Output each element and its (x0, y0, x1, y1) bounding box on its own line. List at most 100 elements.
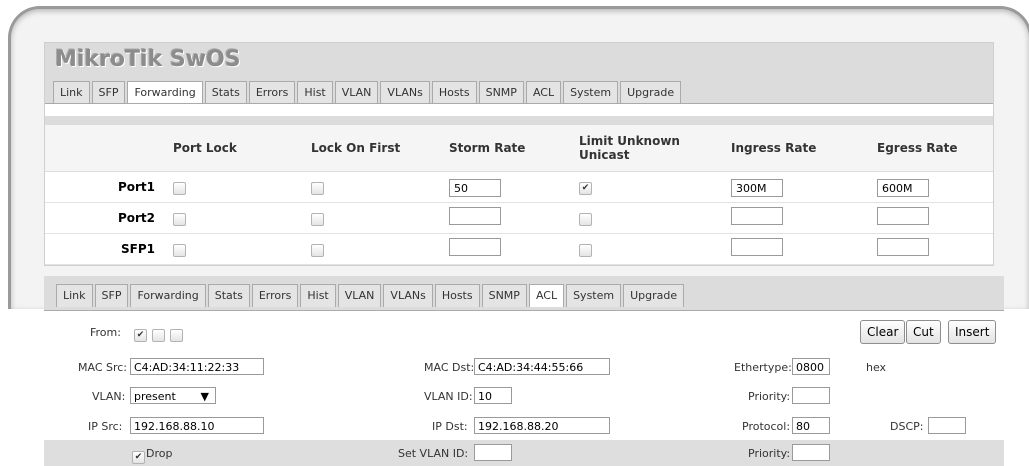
tab-vlans[interactable]: VLANs (380, 81, 430, 103)
port-lock-checkbox[interactable] (173, 212, 186, 226)
tab-snmp[interactable]: SNMP (478, 81, 524, 103)
tab-system[interactable]: System (563, 81, 619, 103)
tab-link[interactable]: Link (53, 81, 90, 103)
egress-rate-input[interactable] (877, 207, 929, 225)
tab-vlan[interactable]: VLAN (337, 284, 382, 307)
col-lock-on-first: Lock On First (311, 141, 401, 155)
vlan-select-value: present (134, 390, 176, 403)
storm-rate-cell: 50 (449, 177, 579, 197)
egress-rate-cell (877, 238, 993, 260)
from-checkbox-3[interactable] (170, 329, 184, 342)
from-checkbox-2[interactable] (152, 329, 166, 342)
port-lock-checkbox[interactable] (173, 181, 186, 195)
forwarding-table: Port Lock Lock On First Storm Rate Limit… (45, 125, 993, 265)
tab-stats[interactable]: Stats (207, 284, 250, 307)
from-checkbox-1[interactable]: ✔ (134, 329, 147, 342)
mac-dst-label: MAC Dst: (424, 361, 475, 374)
tab-errors[interactable]: Errors (251, 284, 299, 307)
tab-hist[interactable]: Hist (297, 81, 333, 103)
storm-rate-cell (449, 207, 579, 229)
set-vlan-id-input[interactable] (474, 444, 512, 461)
tab-system[interactable]: System (566, 284, 622, 307)
tab-vlan[interactable]: VLAN (334, 81, 379, 103)
egress-rate-cell: 600M (877, 177, 993, 197)
ingress-rate-input[interactable]: 300M (731, 179, 783, 197)
lock-on-first-checkbox[interactable] (311, 181, 324, 195)
ip-dst-input[interactable]: 192.168.88.20 (474, 417, 610, 434)
insert-button[interactable]: Insert (948, 320, 997, 344)
tab-upgrade[interactable]: Upgrade (623, 284, 685, 307)
storm-rate-input[interactable] (449, 238, 501, 256)
limit-unknown-unicast-cell (579, 209, 731, 228)
protocol-input[interactable]: 80 (792, 417, 830, 434)
tab-forwarding[interactable]: Forwarding (130, 284, 206, 307)
limit-unknown-unicast-cell (579, 240, 731, 259)
egress-rate-cell (877, 207, 993, 229)
port-lock-checkbox[interactable] (173, 243, 186, 257)
vlan-id-input[interactable]: 10 (474, 387, 512, 404)
mac-dst-input[interactable]: C4:AD:34:44:55:66 (474, 358, 610, 375)
tab-hosts[interactable]: Hosts (431, 81, 477, 103)
mac-src-input[interactable]: C4:AD:34:11:22:33 (130, 358, 264, 375)
lock-on-first-checkbox[interactable] (311, 243, 324, 257)
table-body: Port1 50 ✔ 300M 600M Port2 SFP1 (45, 172, 993, 265)
port-name: SFP1 (121, 242, 155, 256)
vlan-id-label: VLAN ID: (424, 390, 473, 403)
dscp-label: DSCP: (890, 420, 924, 433)
drop-label: Drop (146, 447, 173, 460)
tab-forwarding[interactable]: Forwarding (127, 81, 203, 103)
ip-src-input[interactable]: 192.168.88.10 (130, 417, 264, 434)
tab-acl[interactable]: ACL (525, 81, 562, 103)
header-bar: MikroTik SwOS Link SFP Forwarding Stats … (45, 43, 993, 125)
tab-stats[interactable]: Stats (204, 81, 247, 103)
action-row: ✔ Drop Set VLAN ID: Priority: (44, 440, 1004, 466)
egress-rate-input[interactable]: 600M (877, 179, 929, 197)
vlan-label: VLAN: (92, 390, 126, 403)
tab-sfp[interactable]: SFP (91, 81, 126, 103)
port-name: Port1 (117, 180, 155, 194)
storm-rate-input[interactable] (449, 207, 501, 225)
col-limit-unknown-unicast: Limit Unknown Unicast (579, 134, 680, 162)
tab-upgrade[interactable]: Upgrade (620, 81, 682, 103)
ingress-rate-input[interactable] (731, 238, 783, 256)
priority2-label: Priority: (748, 447, 791, 460)
storm-rate-input[interactable]: 50 (449, 179, 501, 197)
tab-sfp[interactable]: SFP (94, 284, 129, 307)
lock-on-first-cell (311, 240, 449, 259)
table-header: Port Lock Lock On First Storm Rate Limit… (45, 125, 993, 172)
tab-snmp[interactable]: SNMP (481, 284, 527, 307)
tab-hist[interactable]: Hist (300, 284, 336, 307)
egress-rate-input[interactable] (877, 238, 929, 256)
tab-hosts[interactable]: Hosts (434, 284, 480, 307)
tab-acl[interactable]: ACL (528, 284, 565, 307)
from-checkboxes: ✔ (134, 325, 184, 344)
table-row: Port1 50 ✔ 300M 600M (45, 172, 993, 203)
lock-on-first-checkbox[interactable] (311, 212, 324, 226)
drop-check-icon: ✔ (132, 451, 145, 464)
set-vlan-id-label: Set VLAN ID: (398, 447, 469, 460)
limit-unknown-unicast-checkbox[interactable]: ✔ (579, 181, 592, 195)
ingress-rate-input[interactable] (731, 207, 783, 225)
cut-button[interactable]: Cut (906, 320, 941, 344)
limit-unknown-unicast-checkbox[interactable] (579, 243, 592, 257)
lock-on-first-cell (311, 178, 449, 197)
port-lock-cell (173, 178, 311, 197)
tab-bar: Link SFP Forwarding Stats Errors Hist VL… (53, 81, 682, 103)
port-lock-cell (173, 240, 311, 259)
lock-on-first-cell (311, 209, 449, 228)
col-port-lock: Port Lock (173, 141, 237, 155)
storm-rate-cell (449, 238, 579, 260)
from-label: From: (90, 326, 121, 339)
priority2-input[interactable] (792, 444, 830, 461)
limit-unknown-unicast-checkbox[interactable] (579, 212, 592, 226)
tab-link[interactable]: Link (56, 284, 93, 307)
priority-input[interactable] (792, 387, 830, 404)
tab-errors[interactable]: Errors (248, 81, 296, 103)
tab-vlans[interactable]: VLANs (383, 284, 433, 307)
dscp-input[interactable] (928, 417, 966, 434)
vlan-select[interactable]: present ▼ (130, 387, 216, 404)
acl-tab-bar: Link SFP Forwarding Stats Errors Hist VL… (56, 284, 685, 307)
ethertype-input[interactable]: 0800 (792, 358, 830, 375)
drop-checkbox[interactable]: ✔ (132, 447, 145, 466)
clear-button[interactable]: Clear (860, 320, 906, 344)
